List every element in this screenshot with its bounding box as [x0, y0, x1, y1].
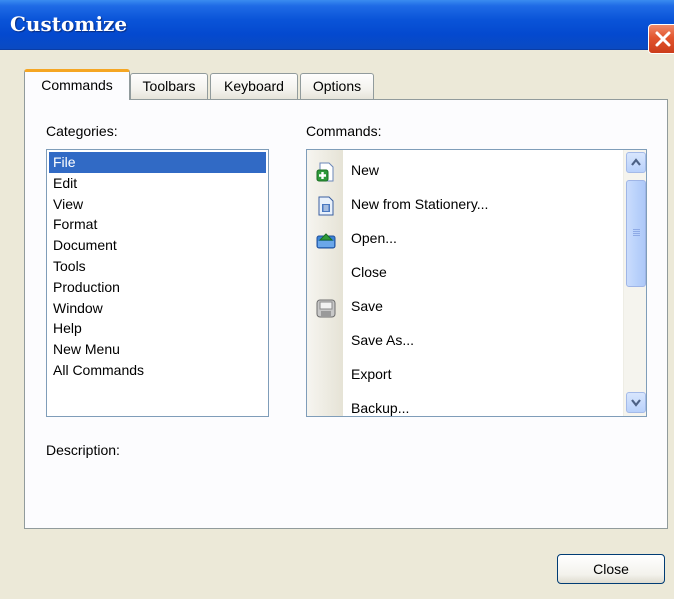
- command-item-save-as[interactable]: Save As...: [307, 324, 623, 358]
- category-item-new-menu[interactable]: New Menu: [49, 339, 266, 360]
- category-item-format[interactable]: Format: [49, 214, 266, 235]
- grip-line: [633, 229, 640, 230]
- command-item-backup[interactable]: Backup...: [307, 392, 623, 416]
- commands-listbox[interactable]: New New from Stationery... Open... Close…: [306, 149, 647, 417]
- category-item-file[interactable]: File: [49, 152, 266, 173]
- close-button-label: Close: [593, 561, 629, 577]
- command-item-open[interactable]: Open...: [307, 222, 623, 256]
- tab-options-label: Options: [312, 78, 362, 94]
- grip-line: [633, 231, 640, 232]
- window-title: Customize: [10, 12, 128, 36]
- command-label: Backup...: [351, 400, 410, 416]
- tab-commands-label: Commands: [41, 77, 113, 93]
- command-label: Open...: [351, 230, 397, 246]
- save-disk-icon: [316, 299, 336, 318]
- window-close-button[interactable]: [648, 24, 674, 54]
- categories-label: Categories:: [46, 123, 118, 139]
- command-label: Export: [351, 366, 392, 382]
- category-item-document[interactable]: Document: [49, 235, 266, 256]
- grip-line: [633, 235, 640, 236]
- category-item-help[interactable]: Help: [49, 318, 266, 339]
- command-label: New from Stationery...: [351, 196, 489, 212]
- category-item-window[interactable]: Window: [49, 298, 266, 319]
- description-label: Description:: [46, 442, 120, 458]
- scroll-down-button[interactable]: [626, 392, 646, 413]
- grip-line: [633, 233, 640, 234]
- title-bar: Customize: [0, 0, 674, 50]
- category-item-production[interactable]: Production: [49, 277, 266, 298]
- chevron-down-icon: [631, 399, 641, 407]
- command-item-new-from-stationery[interactable]: New from Stationery...: [307, 188, 623, 222]
- tab-toolbars-label: Toolbars: [142, 78, 196, 94]
- tab-toolbars[interactable]: Toolbars: [130, 73, 208, 99]
- command-label: New: [351, 162, 380, 178]
- tab-commands[interactable]: Commands: [24, 69, 130, 100]
- command-item-close[interactable]: Close: [307, 256, 623, 290]
- open-folder-icon: [316, 233, 336, 249]
- command-item-new[interactable]: New: [307, 154, 623, 188]
- tab-options[interactable]: Options: [300, 73, 374, 99]
- close-icon: [655, 31, 671, 47]
- category-item-edit[interactable]: Edit: [49, 173, 266, 194]
- tab-keyboard[interactable]: Keyboard: [210, 73, 298, 99]
- chevron-up-icon: [631, 158, 641, 166]
- close-button[interactable]: Close: [557, 554, 665, 584]
- command-item-save[interactable]: Save: [307, 290, 623, 324]
- command-label: Save: [351, 298, 383, 314]
- tab-keyboard-label: Keyboard: [224, 78, 284, 94]
- category-item-view[interactable]: View: [49, 194, 266, 215]
- stationery-icon: [318, 196, 334, 216]
- category-item-tools[interactable]: Tools: [49, 256, 266, 277]
- categories-listbox[interactable]: File Edit View Format Document Tools Pro…: [46, 149, 269, 417]
- scroll-up-button[interactable]: [626, 152, 646, 173]
- new-document-icon: [316, 162, 334, 182]
- command-label: Save As...: [351, 332, 415, 348]
- commands-scrollbar[interactable]: [623, 150, 646, 416]
- category-item-all-commands[interactable]: All Commands: [49, 360, 266, 381]
- command-label: Close: [351, 264, 387, 280]
- command-item-export[interactable]: Export: [307, 358, 623, 392]
- scroll-thumb[interactable]: [626, 180, 646, 287]
- commands-label: Commands:: [306, 123, 382, 139]
